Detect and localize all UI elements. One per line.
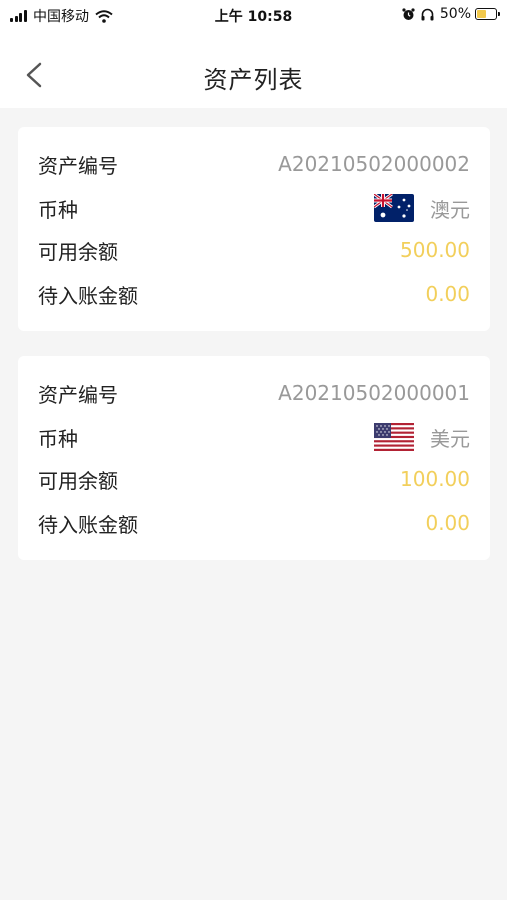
currency-value: 美元 (430, 426, 470, 451)
asset-id-label: 资产编号 (38, 382, 118, 407)
asset-id-label: 资产编号 (38, 153, 118, 178)
battery-fill (477, 10, 486, 18)
status-bar: 中国移动 上午 10:58 50% (0, 0, 507, 30)
currency-value-group: 澳元 (374, 194, 470, 223)
pending-amount-label: 待入账金额 (38, 283, 138, 308)
pending-amount-value: 0.00 (425, 511, 470, 535)
pending-amount-row: 待入账金额 0.00 (38, 279, 470, 309)
alarm-clock-icon (402, 7, 415, 20)
battery-icon (475, 8, 500, 20)
available-balance-label: 可用余额 (38, 239, 118, 264)
pending-amount-value: 0.00 (425, 282, 470, 306)
australia-flag-icon (374, 194, 414, 222)
available-balance-label: 可用余额 (38, 468, 118, 493)
page-title: 资产列表 (203, 66, 304, 94)
pending-amount-label: 待入账金额 (38, 512, 138, 537)
available-balance-value: 500.00 (400, 238, 470, 262)
available-balance-value: 100.00 (400, 467, 470, 491)
currency-value: 澳元 (430, 197, 470, 222)
battery-percent: 50% (439, 6, 471, 22)
currency-value-group: 美元 (374, 423, 470, 452)
nav-bar: 资产列表 (0, 30, 507, 108)
asset-id-value: A20210502000002 (278, 152, 470, 176)
asset-card[interactable]: 资产编号 A20210502000002 币种 澳元 可用余额 500.00 待… (18, 127, 490, 331)
pending-amount-row: 待入账金额 0.00 (38, 508, 470, 538)
available-balance-row: 可用余额 100.00 (38, 464, 470, 494)
asset-id-row: 资产编号 A20210502000001 (38, 378, 470, 408)
currency-row: 币种 澳元 (38, 193, 470, 223)
currency-label: 币种 (38, 426, 78, 451)
status-right: 50% (396, 6, 500, 22)
asset-card[interactable]: 资产编号 A20210502000001 币种 美元 可用余额 100.00 待… (18, 356, 490, 560)
currency-label: 币种 (38, 197, 78, 222)
asset-id-value: A20210502000001 (278, 381, 470, 405)
headphones-icon (421, 8, 434, 20)
available-balance-row: 可用余额 500.00 (38, 235, 470, 265)
usa-flag-icon (374, 423, 414, 451)
currency-row: 币种 美元 (38, 422, 470, 452)
asset-id-row: 资产编号 A20210502000002 (38, 149, 470, 179)
